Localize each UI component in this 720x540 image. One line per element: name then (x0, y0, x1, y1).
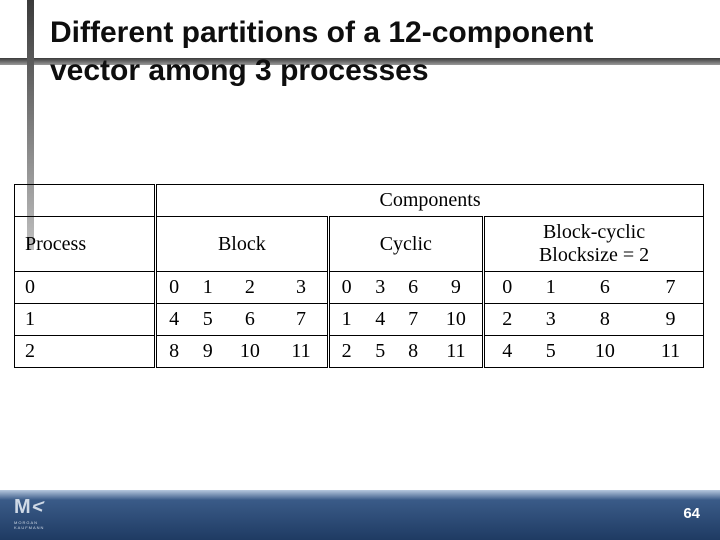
cell: 6 (224, 304, 275, 336)
header-block-cyclic: Block-cyclic Blocksize = 2 (484, 217, 704, 272)
cell: 6 (397, 272, 430, 304)
header-cyclic: Cyclic (328, 217, 484, 272)
publisher-logo: M< MORGAN KAUFMANN (14, 496, 69, 536)
cell: 7 (397, 304, 430, 336)
cell-process: 1 (15, 304, 156, 336)
page-title: Different partitions of a 12-component v… (50, 14, 650, 89)
cell: 7 (275, 304, 328, 336)
cell: 10 (572, 336, 638, 368)
cell: 0 (484, 272, 530, 304)
table-row: 1 4 5 6 7 1 4 7 10 2 3 8 9 (15, 304, 704, 336)
cell: 8 (397, 336, 430, 368)
cell: 8 (156, 336, 192, 368)
cell: 9 (191, 336, 224, 368)
cell: 4 (364, 304, 397, 336)
cell: 2 (224, 272, 275, 304)
cell-process: 0 (15, 272, 156, 304)
cell: 4 (156, 304, 192, 336)
cell: 3 (275, 272, 328, 304)
header-block-cyclic-l2: Blocksize = 2 (539, 244, 649, 266)
table-row: 0 0 1 2 3 0 3 6 9 0 1 6 7 (15, 272, 704, 304)
cell: 11 (275, 336, 328, 368)
header-process: Process (15, 217, 156, 272)
cell: 2 (328, 336, 364, 368)
logo-subtext: MORGAN KAUFMANN (14, 520, 69, 530)
cell: 0 (328, 272, 364, 304)
cell: 10 (224, 336, 275, 368)
partition-table: Components Process Block Cyclic Block-cy… (14, 184, 704, 368)
cell: 3 (530, 304, 572, 336)
cell: 0 (156, 272, 192, 304)
cell: 7 (638, 272, 704, 304)
page-number: 64 (683, 505, 700, 522)
header-components: Components (156, 185, 704, 217)
logo-main: M< (14, 496, 44, 518)
cell: 9 (638, 304, 704, 336)
cell: 1 (191, 272, 224, 304)
header-block-cyclic-l1: Block-cyclic (543, 221, 645, 243)
cell: 9 (430, 272, 484, 304)
cell: 10 (430, 304, 484, 336)
cell: 11 (638, 336, 704, 368)
cell: 5 (530, 336, 572, 368)
table-row: 2 8 9 10 11 2 5 8 11 4 5 10 11 (15, 336, 704, 368)
cell: 3 (364, 272, 397, 304)
header-block: Block (156, 217, 328, 272)
cell: 11 (430, 336, 484, 368)
cell: 1 (530, 272, 572, 304)
cell: 2 (484, 304, 530, 336)
cell: 6 (572, 272, 638, 304)
logo-slash-icon: < (29, 496, 48, 519)
cell-process: 2 (15, 336, 156, 368)
cell: 5 (364, 336, 397, 368)
cell: 1 (328, 304, 364, 336)
cell: 4 (484, 336, 530, 368)
header-empty (15, 185, 156, 217)
footer-bar: M< MORGAN KAUFMANN 64 (0, 490, 720, 540)
cell: 8 (572, 304, 638, 336)
cell: 5 (191, 304, 224, 336)
